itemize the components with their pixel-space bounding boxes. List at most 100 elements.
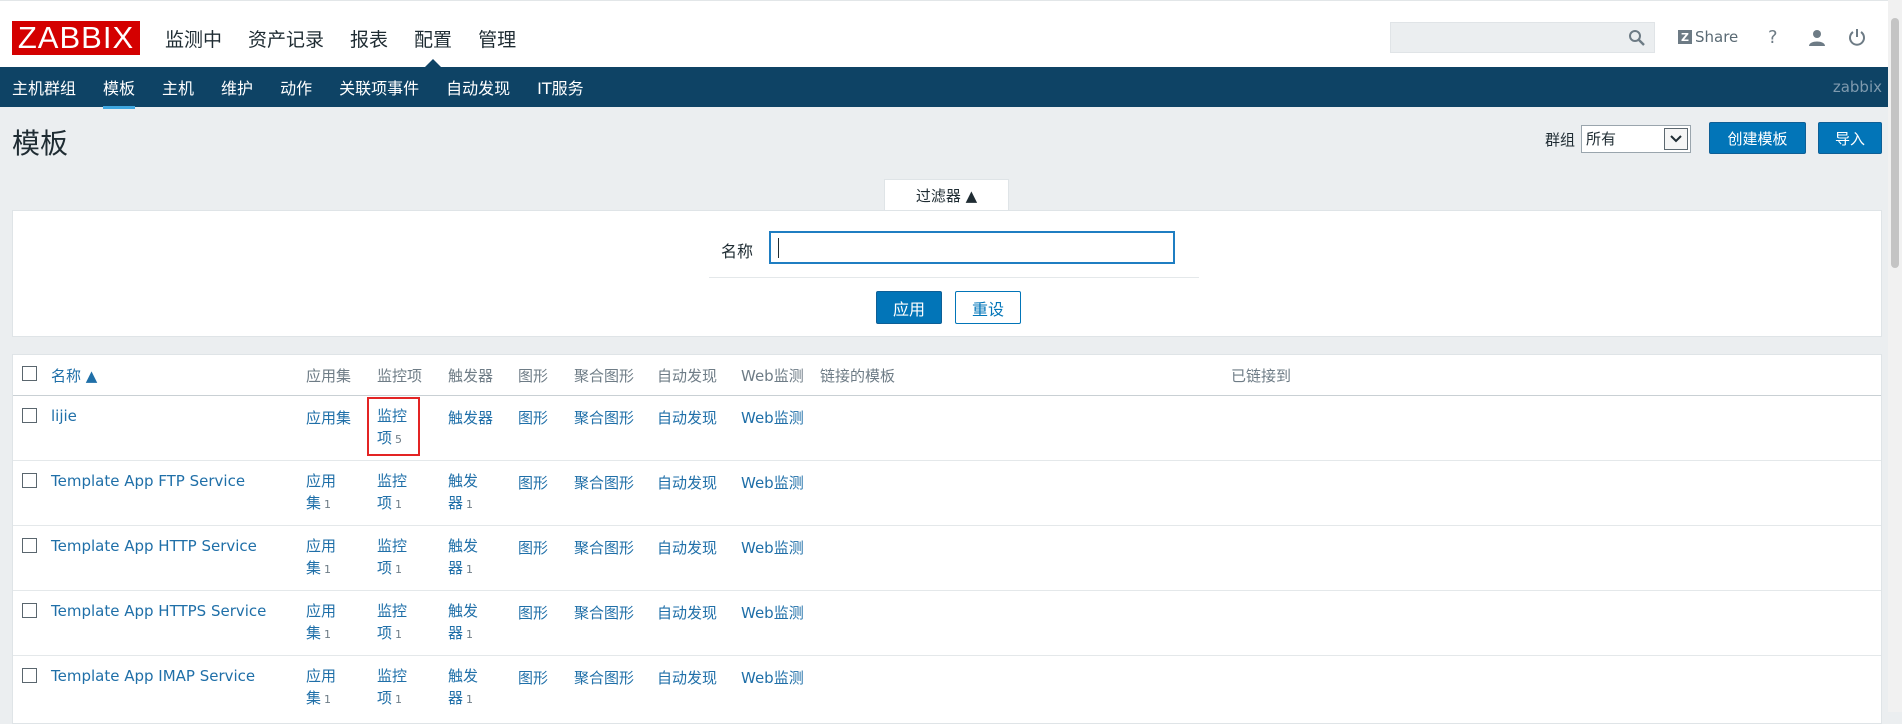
reset-button[interactable]: 重设 [955,291,1021,324]
text-caret [778,238,779,258]
select-all-checkbox[interactable] [22,366,37,381]
screens-link[interactable]: 聚合图形 [574,409,634,427]
items-link[interactable]: 监控项 1 [377,602,407,642]
highlight-box [367,397,420,456]
items-link-label: 监控项 [377,472,408,512]
screens-link[interactable]: 聚合图形 [574,539,634,557]
graphs-link[interactable]: 图形 [518,409,548,427]
web-link[interactable]: Web监测 [741,474,804,492]
template-name-link[interactable]: lijie [51,407,77,425]
discovery-link[interactable]: 自动发现 [657,539,717,557]
row-checkbox[interactable] [22,473,37,488]
scrollbar-thumb[interactable] [1891,18,1899,268]
discovery-link[interactable]: 自动发现 [657,409,717,427]
items-link-label: 监控项 [377,537,408,577]
row-divider [13,590,1881,591]
share-label: Share [1695,28,1739,46]
items-link[interactable]: 监控项 1 [377,472,407,512]
help-icon[interactable]: ? [1768,27,1778,48]
items-link[interactable]: 监控项 1 [377,537,407,577]
applications-link[interactable]: 应用集 [306,409,351,427]
sub-nav-discovery[interactable]: 自动发现 [446,75,510,99]
applications-link[interactable]: 应用集 1 [306,667,336,707]
templates-table: 名称 ▲ 应用集 监控项 触发器 图形 聚合图形 自动发现 Web监测 链接的模… [12,354,1882,724]
template-name-link[interactable]: Template App IMAP Service [51,667,255,685]
graphs-link[interactable]: 图形 [518,604,548,622]
search-input[interactable] [1390,22,1655,53]
column-header-screens: 聚合图形 [574,367,635,385]
triggers-link[interactable]: 触发器 1 [448,472,478,512]
applications-link-label: 应用集 [306,602,337,642]
graphs-link[interactable]: 图形 [518,474,548,492]
filter-tab[interactable]: 过滤器 ▲ [884,179,1009,211]
discovery-link[interactable]: 自动发现 [657,604,717,622]
sign-out-icon[interactable] [1848,28,1866,51]
chevron-down-icon[interactable] [1664,128,1689,150]
import-button[interactable]: 导入 [1818,122,1882,154]
applications-count: 1 [324,563,332,576]
graphs-link[interactable]: 图形 [518,539,548,557]
web-link[interactable]: Web监测 [741,409,804,427]
sub-nav-it-services[interactable]: IT服务 [537,75,584,99]
template-name-link[interactable]: Template App FTP Service [51,472,245,490]
applications-link-label: 应用集 [306,472,337,512]
main-nav-monitoring[interactable]: 监测中 [165,25,222,68]
sub-nav-hosts[interactable]: 主机 [162,75,194,99]
graphs-link[interactable]: 图形 [518,669,548,687]
template-name-link[interactable]: Template App HTTPS Service [51,602,266,620]
row-checkbox[interactable] [22,668,37,683]
row-checkbox[interactable] [22,538,37,553]
sub-nav-actions[interactable]: 动作 [280,75,312,99]
column-header-triggers: 触发器 [448,367,494,385]
items-count: 1 [395,563,403,576]
column-header-graphs: 图形 [518,367,549,385]
main-nav-administration[interactable]: 管理 [478,25,516,68]
main-nav-configuration[interactable]: 配置 [414,25,452,68]
column-header-web: Web监测 [741,367,804,385]
screens-link[interactable]: 聚合图形 [574,604,634,622]
row-checkbox[interactable] [22,408,37,423]
sub-nav-correlations[interactable]: 关联项事件 [339,75,419,99]
applications-link[interactable]: 应用集 1 [306,472,336,512]
apply-button[interactable]: 应用 [876,291,942,324]
applications-link[interactable]: 应用集 1 [306,537,336,577]
template-name-link[interactable]: Template App HTTP Service [51,537,257,555]
web-link[interactable]: Web监测 [741,669,804,687]
triggers-link-label: 触发器 [448,667,479,707]
discovery-link[interactable]: 自动发现 [657,474,717,492]
main-nav-inventory[interactable]: 资产记录 [248,25,324,68]
sub-nav-templates[interactable]: 模板 [103,75,136,109]
discovery-link[interactable]: 自动发现 [657,669,717,687]
web-link[interactable]: Web监测 [741,539,804,557]
triggers-link[interactable]: 触发器 [448,409,493,427]
screens-link[interactable]: 聚合图形 [574,474,634,492]
applications-link[interactable]: 应用集 1 [306,602,336,642]
row-checkbox[interactable] [22,603,37,618]
page-scrollbar[interactable] [1888,0,1902,712]
filter-name-input[interactable] [769,231,1175,264]
create-template-button[interactable]: 创建模板 [1709,122,1806,154]
sub-nav: 主机群组 模板 主机 维护 动作 关联项事件 自动发现 IT服务 zabbix [0,67,1902,109]
triggers-link[interactable]: 触发器 1 [448,537,478,577]
user-profile-icon[interactable] [1808,29,1826,52]
triggers-link[interactable]: 触发器 1 [448,602,478,642]
web-link[interactable]: Web监测 [741,604,804,622]
triggers-link[interactable]: 触发器 1 [448,667,478,707]
triggers-link-label: 触发器 [448,537,479,577]
column-header-name[interactable]: 名称 ▲ [51,365,97,386]
group-select[interactable]: 所有 [1581,125,1692,153]
items-link[interactable]: 监控项 1 [377,667,407,707]
sub-nav-host-groups[interactable]: 主机群组 [12,75,76,99]
filter-divider [709,277,1199,278]
sub-nav-maintenance[interactable]: 维护 [221,75,253,99]
share-link[interactable]: Z Share [1678,28,1738,46]
top-header: ZABBIX 监测中 资产记录 报表 配置 管理 Z Share ? [0,0,1902,68]
applications-link-label: 应用集 [306,667,337,707]
zabbix-logo[interactable]: ZABBIX [12,20,140,55]
main-nav-reports[interactable]: 报表 [350,25,388,68]
zabbix-share-icon: Z [1678,30,1692,44]
screens-link[interactable]: 聚合图形 [574,669,634,687]
search-icon[interactable] [1628,29,1646,51]
applications-count: 1 [324,498,332,511]
row-divider [13,525,1881,526]
